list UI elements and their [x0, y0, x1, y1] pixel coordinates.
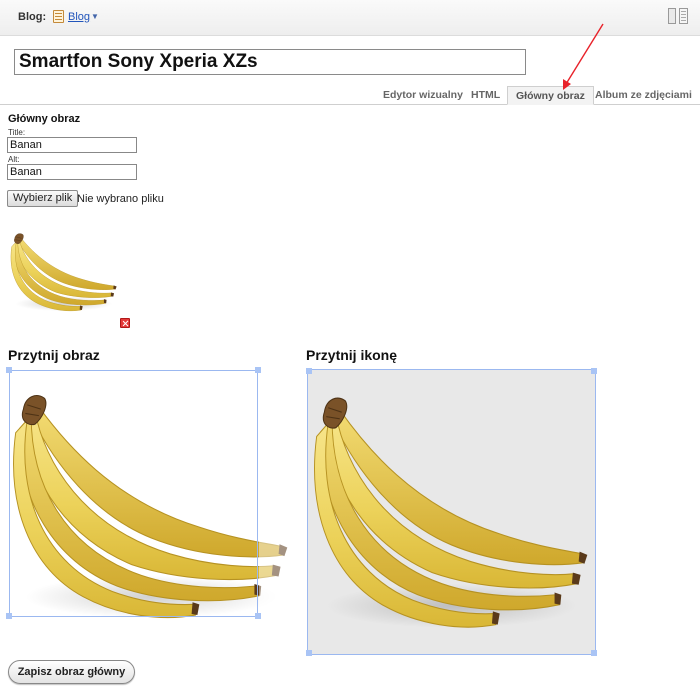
blog-link[interactable]: Blog	[68, 11, 90, 23]
crop-image-heading: Przytnij obraz	[8, 347, 100, 363]
chevron-down-icon[interactable]: ▼	[91, 12, 99, 21]
crop-handle-bottom-right[interactable]	[255, 613, 261, 619]
main-image-heading: Główny obraz	[8, 113, 81, 125]
icon-selection-box[interactable]	[307, 369, 596, 655]
crop-handle-bottom-left[interactable]	[6, 613, 12, 619]
blog-notebook-icon	[53, 10, 64, 23]
icon-handle-bottom-right[interactable]	[591, 650, 597, 656]
top-bar: Blog: Blog ▼	[0, 0, 700, 36]
save-main-image-button[interactable]: Zapisz obraz główny	[8, 660, 135, 684]
main-image-thumbnail	[10, 233, 117, 312]
blog-label: Blog:	[18, 11, 47, 23]
crop-handle-top-right[interactable]	[255, 367, 261, 373]
crop-selection-box[interactable]	[9, 370, 258, 617]
crop-handle-top-left[interactable]	[6, 367, 12, 373]
post-title-input[interactable]	[14, 49, 526, 75]
alt-field-label: Alt:	[8, 155, 20, 164]
delete-icon[interactable]	[120, 318, 130, 328]
tab-visual-editor[interactable]: Edytor wizualny	[375, 86, 471, 105]
crop-image-area[interactable]	[6, 367, 296, 619]
tab-photo-album[interactable]: Album ze zdjęciami	[587, 86, 700, 105]
icon-handle-top-left[interactable]	[306, 368, 312, 374]
two-column-layout-icon[interactable]	[668, 8, 690, 26]
icon-handle-bottom-left[interactable]	[306, 650, 312, 656]
title-field-label: Title:	[8, 128, 26, 137]
choose-file-button[interactable]: Wybierz plik	[7, 190, 79, 207]
image-alt-input[interactable]	[7, 164, 137, 180]
image-title-input[interactable]	[7, 137, 137, 153]
file-status-text: Nie wybrano pliku	[77, 193, 164, 205]
tab-main-image[interactable]: Główny obraz	[507, 86, 594, 105]
crop-icon-heading: Przytnij ikonę	[306, 347, 398, 363]
tab-html[interactable]: HTML	[463, 86, 508, 105]
icon-handle-top-right[interactable]	[591, 368, 597, 374]
crop-icon-area[interactable]	[306, 368, 597, 656]
crop-overlay	[259, 367, 296, 619]
